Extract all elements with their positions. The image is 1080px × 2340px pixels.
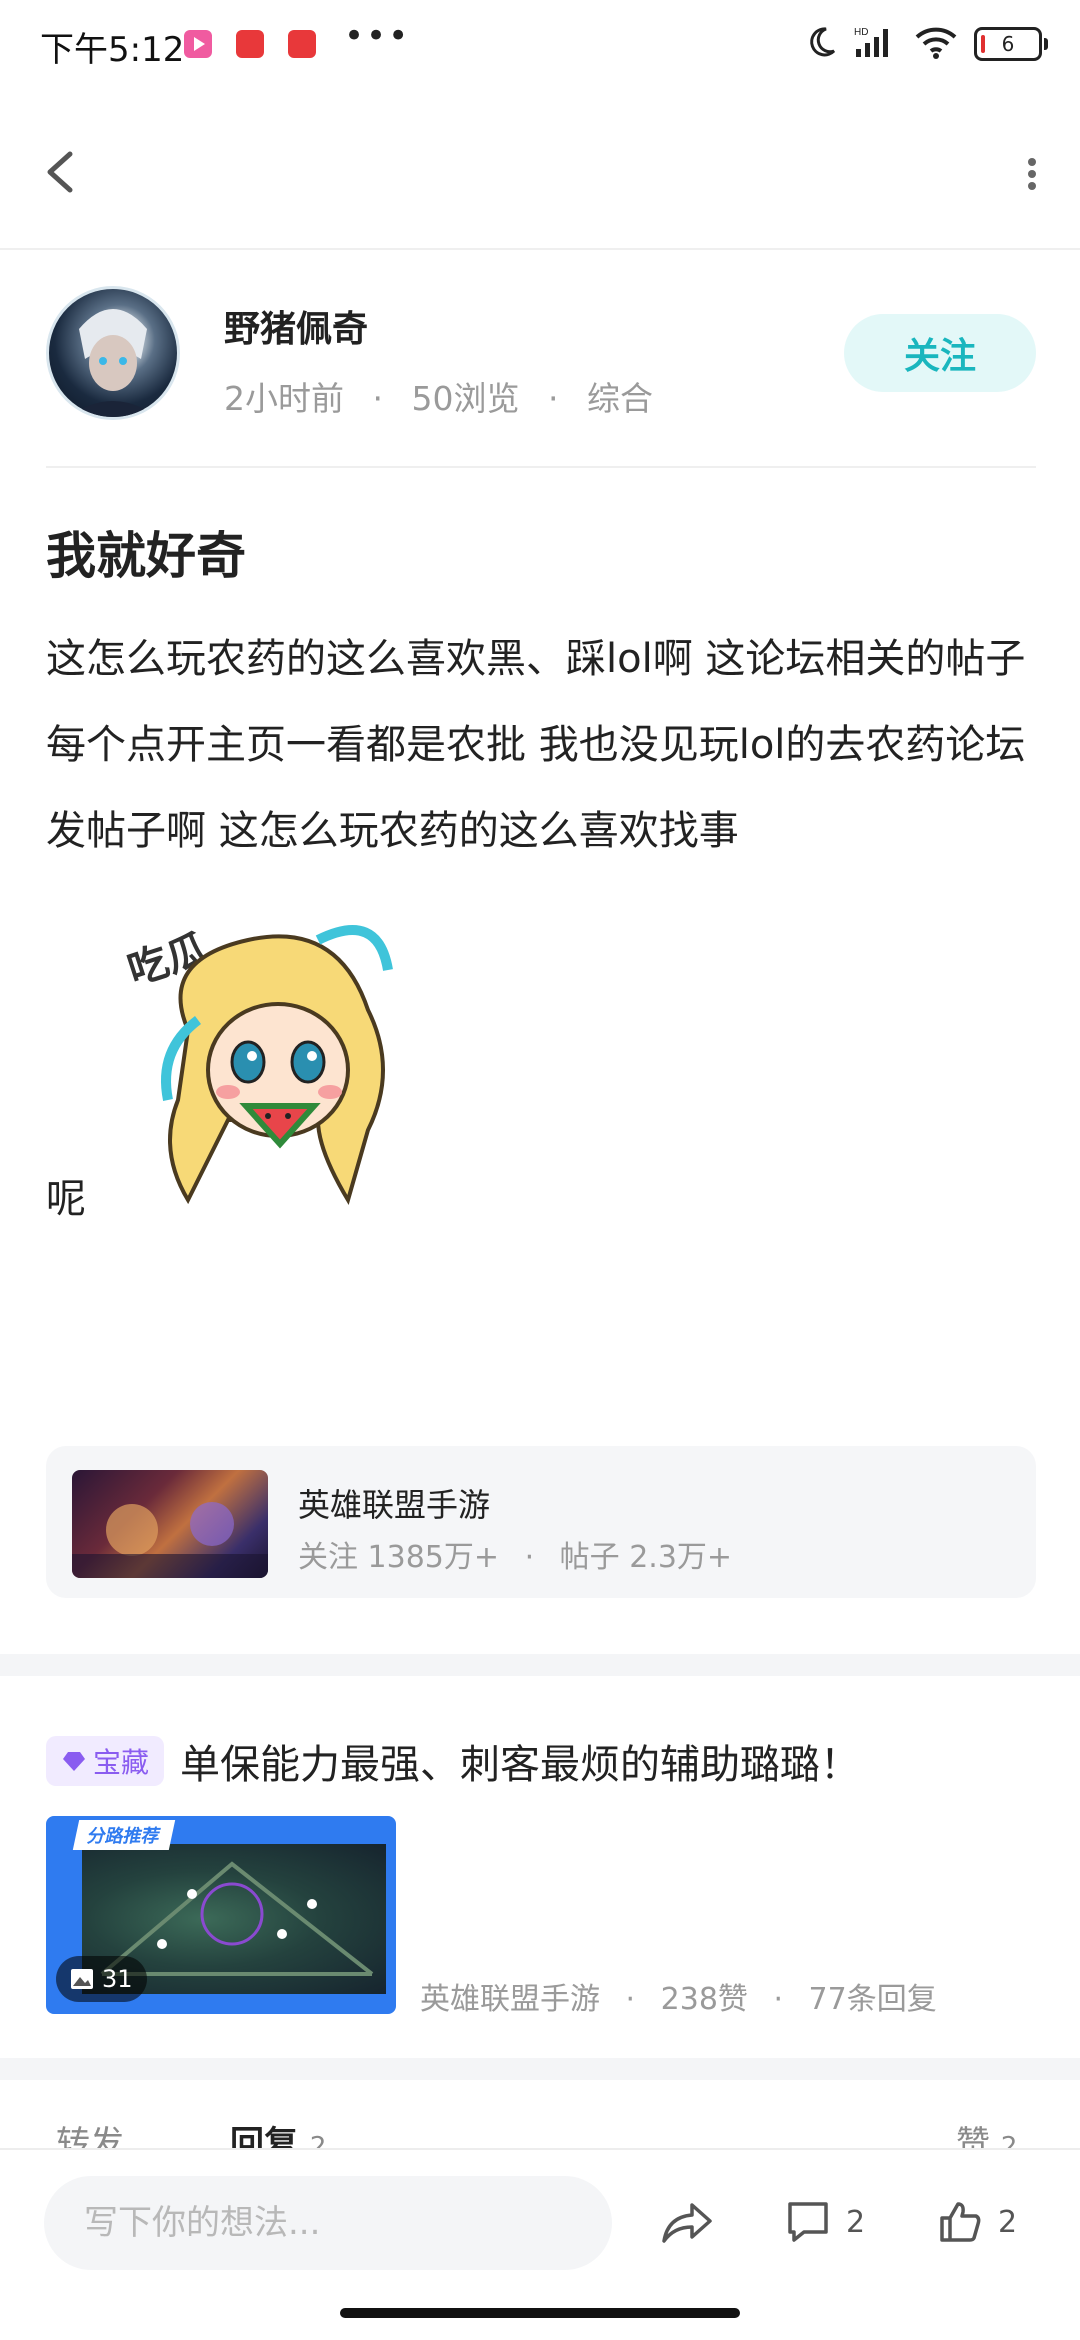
author-divider <box>46 466 1036 468</box>
moon-icon <box>804 25 838 63</box>
post-time: 2小时前 <box>224 379 344 418</box>
post-body: 这怎么玩农药的这么喜欢黑、踩lol啊 这论坛相关的帖子每个点开主页一看都是农批 … <box>46 636 1026 854</box>
comment-count: 2 <box>846 2204 866 2240</box>
recommended-likes: 238赞 <box>660 1982 748 2017</box>
forum-posts-label: 帖子 <box>559 1540 620 1575</box>
section-divider <box>0 1654 1080 1676</box>
recommended-replies: 77条回复 <box>808 1982 937 2017</box>
author-avatar[interactable] <box>46 286 180 420</box>
post-body-tail: 呢 <box>46 1176 86 1222</box>
home-indicator[interactable] <box>340 2308 740 2318</box>
share-button[interactable] <box>660 2190 714 2254</box>
post-category: 综合 <box>587 379 653 418</box>
comment-button[interactable]: 2 <box>784 2190 865 2254</box>
comment-icon <box>788 2202 828 2242</box>
comment-input[interactable] <box>44 2176 612 2270</box>
system-status: HD 6 <box>804 22 1048 66</box>
svg-text:HD: HD <box>854 27 868 38</box>
post-meta: 2小时前 · 50浏览 · 综合 <box>224 372 653 420</box>
meta-separator: · <box>372 379 384 418</box>
section-divider <box>0 2058 1080 2080</box>
view-count: 50浏览 <box>411 379 520 418</box>
thumbs-up-icon <box>940 2202 981 2242</box>
recommended-post-title[interactable]: 单保能力最强、刺客最烦的辅助璐璐！ <box>180 1732 860 1790</box>
back-button[interactable] <box>34 140 90 204</box>
forum-follow-label: 关注 <box>298 1540 358 1575</box>
forum-thumbnail <box>72 1470 268 1578</box>
video-app-icon <box>184 30 212 58</box>
forum-posts-count: 2.3万+ <box>629 1540 733 1575</box>
like-count: 2 <box>998 2204 1018 2240</box>
diamond-heart-icon <box>62 1752 85 1771</box>
forum-stats: 关注 1385万+ · 帖子 2.3万+ <box>298 1532 732 1576</box>
recommended-post-meta: 英雄联盟手游 · 238赞 · 77条回复 <box>420 1974 937 2018</box>
image-icon <box>71 1969 93 1989</box>
follow-button[interactable]: 关注 <box>844 314 1036 392</box>
thumbnail-tag: 分路推荐 <box>72 1820 176 1850</box>
meta-separator: · <box>548 379 559 418</box>
post-title: 我就好奇 <box>46 527 246 585</box>
shopping-app-icon <box>236 30 264 58</box>
image-count-badge: 31 <box>56 1956 147 2002</box>
battery-indicator: 6 <box>974 27 1048 61</box>
chevron-left-icon <box>47 151 73 193</box>
more-vertical-icon <box>1028 158 1036 190</box>
like-button[interactable]: 2 <box>936 2190 1017 2254</box>
more-options-button[interactable] <box>1014 150 1050 198</box>
share-arrow-icon <box>662 2203 712 2243</box>
news-app-icon <box>288 30 316 58</box>
treasure-badge-label: 宝藏 <box>92 1746 149 1779</box>
signal-icon: HD <box>854 25 898 63</box>
recommended-forum: 英雄联盟手游 <box>420 1982 600 2017</box>
melon-eating-sticker[interactable]: 吃瓜… <box>118 900 438 1240</box>
treasure-badge: 宝藏 <box>46 1736 164 1786</box>
meta-separator: · <box>773 1982 783 2017</box>
status-time: 下午5:12 <box>40 30 185 70</box>
wifi-icon <box>914 25 958 63</box>
forum-name: 英雄联盟手游 <box>298 1486 491 1524</box>
more-notifications-icon: ••• <box>344 16 411 56</box>
meta-separator: · <box>625 1982 636 2017</box>
nav-divider <box>0 248 1080 250</box>
image-count: 31 <box>102 1965 133 1993</box>
author-name[interactable]: 野猪佩奇 <box>224 300 368 352</box>
forum-follow-count: 1385万+ <box>367 1540 500 1575</box>
meta-separator: · <box>524 1540 535 1575</box>
